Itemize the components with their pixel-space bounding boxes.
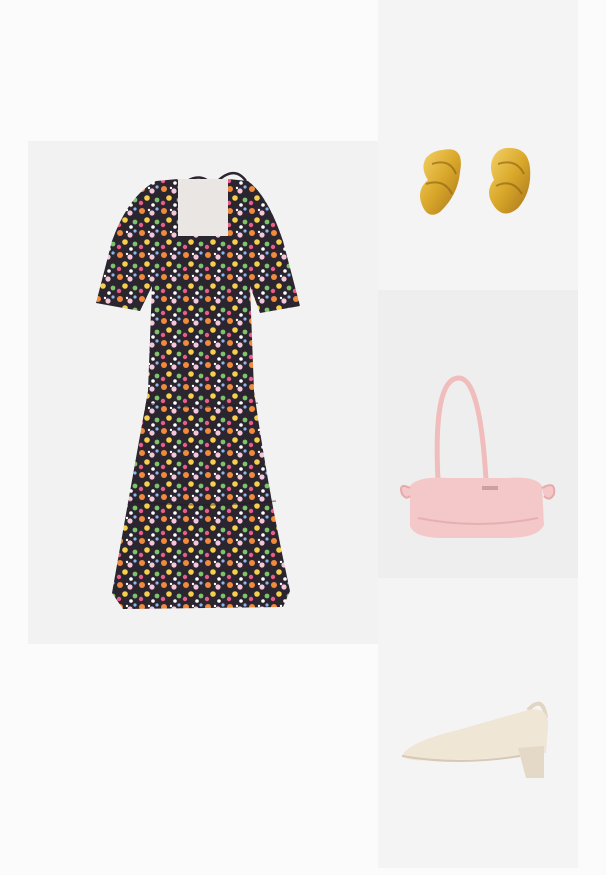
earrings-product-tile[interactable] [378,0,578,290]
bag-icon [400,375,556,538]
dress-icon [96,172,300,609]
left-earring [420,149,461,215]
right-earring [489,147,531,214]
shoe-icon [401,701,549,778]
dress-product-tile[interactable] [28,141,378,644]
bag-product-tile[interactable] [378,290,578,578]
earrings-icon [420,147,531,215]
shoe-product-tile[interactable] [378,578,578,868]
outfit-collage [0,0,606,875]
